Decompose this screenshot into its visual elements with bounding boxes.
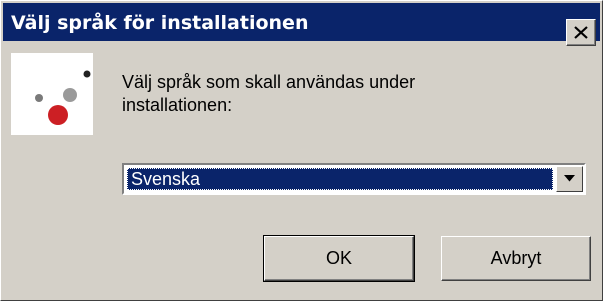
language-select[interactable]: Svenska xyxy=(122,163,586,195)
ok-button[interactable]: OK xyxy=(263,235,415,282)
language-select-dropdown-button[interactable] xyxy=(556,166,583,192)
close-icon xyxy=(574,26,588,39)
language-select-value[interactable]: Svenska xyxy=(127,168,553,190)
setup-logo-icon xyxy=(11,53,93,135)
cancel-button[interactable]: Avbryt xyxy=(441,236,591,281)
close-button[interactable] xyxy=(566,19,596,46)
window-title: Välj språk för installationen xyxy=(11,12,309,34)
language-prompt: Välj språk som skall användas under inst… xyxy=(122,72,416,115)
language-dialog: Välj språk för installationen Välj språk… xyxy=(0,0,603,301)
chevron-down-icon xyxy=(564,175,575,182)
title-bar[interactable]: Välj språk för installationen xyxy=(3,3,600,41)
